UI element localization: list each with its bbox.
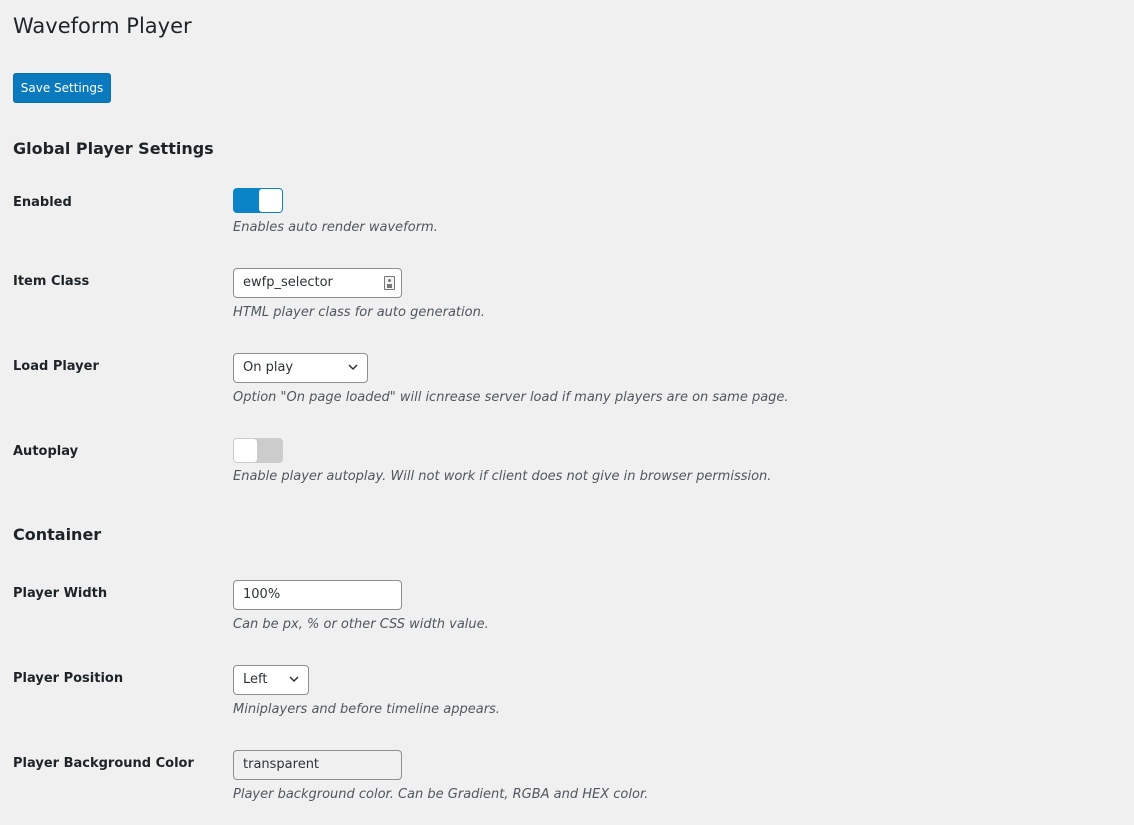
- toggle-knob: [234, 439, 257, 462]
- player-bg-color-label: Player Background Color: [13, 756, 194, 771]
- load-player-selected: On play: [243, 360, 294, 375]
- section-title-container: Container: [13, 525, 102, 544]
- item-class-label: Item Class: [13, 274, 90, 289]
- player-width-label: Player Width: [13, 586, 108, 601]
- player-bg-color-input[interactable]: transparent: [233, 750, 402, 780]
- player-width-input[interactable]: 100%: [233, 580, 402, 610]
- autoplay-description: Enable player autoplay. Will not work if…: [233, 469, 772, 484]
- chevron-down-icon: [348, 364, 358, 371]
- item-class-input[interactable]: ewfp_selector: [233, 268, 402, 298]
- player-width-description: Can be px, % or other CSS width value.: [233, 617, 489, 632]
- section-title-global: Global Player Settings: [13, 139, 214, 158]
- player-position-select[interactable]: Left: [233, 665, 309, 695]
- autoplay-label: Autoplay: [13, 444, 79, 459]
- save-settings-button[interactable]: Save Settings: [13, 73, 111, 103]
- enabled-description: Enables auto render waveform.: [233, 220, 438, 235]
- load-player-label: Load Player: [13, 359, 99, 374]
- item-class-value: ewfp_selector: [243, 275, 333, 290]
- player-position-label: Player Position: [13, 671, 124, 686]
- load-player-select[interactable]: On play: [233, 353, 368, 383]
- player-bg-color-description: Player background color. Can be Gradient…: [233, 787, 649, 802]
- contact-card-icon[interactable]: [384, 276, 395, 290]
- enabled-toggle[interactable]: [233, 188, 283, 213]
- enabled-label: Enabled: [13, 195, 72, 210]
- player-position-selected: Left: [243, 672, 268, 687]
- player-width-value: 100%: [243, 587, 281, 602]
- chevron-down-icon: [289, 676, 299, 683]
- toggle-knob: [259, 189, 282, 212]
- player-bg-color-value: transparent: [243, 757, 320, 772]
- autoplay-toggle[interactable]: [233, 438, 283, 463]
- page-title: Waveform Player: [13, 14, 192, 38]
- load-player-description: Option "On page loaded" will icnrease se…: [233, 390, 789, 405]
- player-position-description: Miniplayers and before timeline appears.: [233, 702, 500, 717]
- item-class-description: HTML player class for auto generation.: [233, 305, 485, 320]
